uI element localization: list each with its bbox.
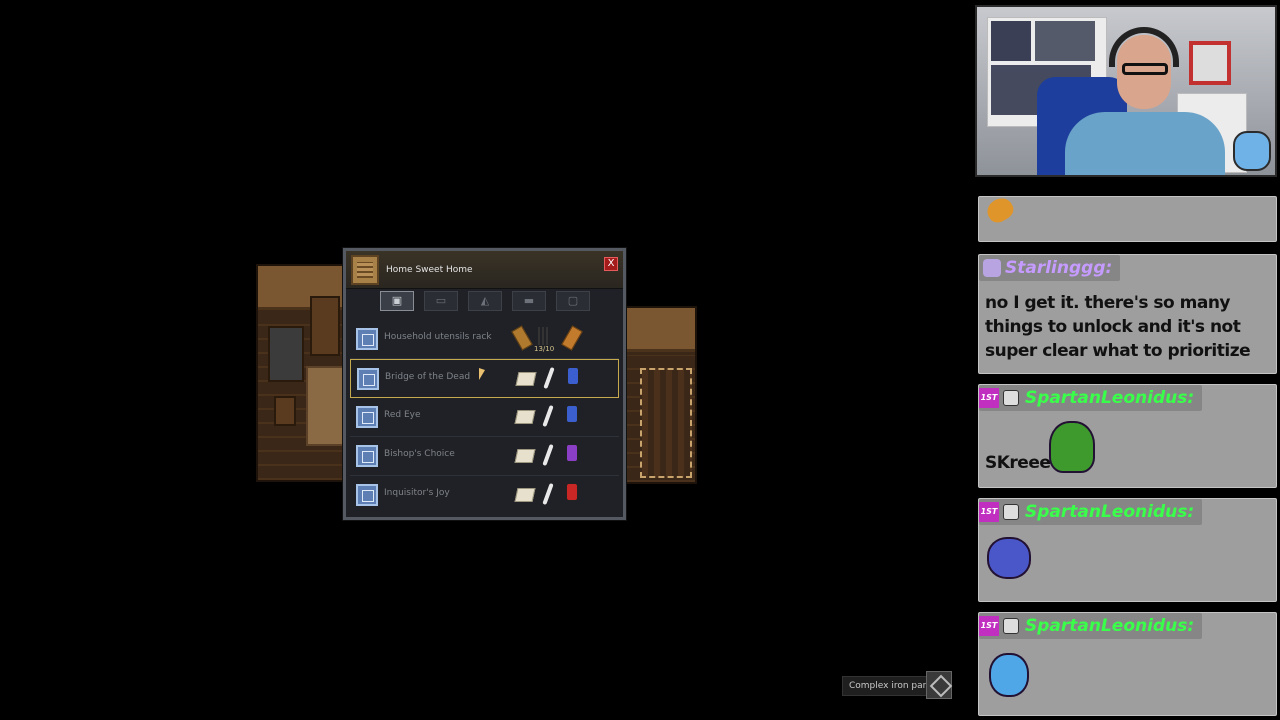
room-left	[256, 264, 348, 482]
mouse-cursor-icon	[479, 368, 485, 380]
lego-box	[1035, 21, 1095, 61]
wood-icon	[511, 325, 533, 351]
chat-message: 1ST SpartanLeonidus: SKreee	[978, 384, 1277, 488]
plank-icon	[561, 325, 583, 351]
paper-icon	[514, 410, 536, 424]
ink-icon	[566, 444, 578, 462]
nails-icon	[538, 327, 550, 345]
paper-icon	[514, 449, 536, 463]
tab-table-icon[interactable]: ▭	[424, 291, 458, 311]
username-text: SpartanLeonidus:	[1025, 502, 1195, 522]
username-text: SpartanLeonidus:	[1025, 388, 1195, 408]
recipe-row[interactable]: Red Eye	[350, 398, 619, 437]
ink-icon	[567, 367, 579, 385]
username-text: SpartanLeonidus:	[1025, 616, 1195, 636]
recipe-row[interactable]: Household utensils rack 13/10	[350, 320, 619, 359]
tab-bed-icon[interactable]: ▬	[512, 291, 546, 311]
chair	[274, 396, 296, 426]
category-tabs: ▣ ▭ ◭ ▬ ▢	[356, 291, 613, 313]
lego-box	[991, 21, 1031, 61]
blueprint-icon	[356, 484, 378, 506]
recipe-row[interactable]: Bishop's Choice	[350, 437, 619, 476]
window-header: Home Sweet Home X	[346, 251, 623, 289]
chat-message: 1ST SpartanLeonidus:	[978, 498, 1277, 602]
chat-message	[978, 193, 1277, 242]
chat-message: 1ST SpartanLeonidus:	[978, 612, 1277, 716]
wall-frame	[1189, 41, 1231, 85]
tab-chest-icon[interactable]: ▢	[556, 291, 590, 311]
close-button[interactable]: X	[604, 257, 618, 271]
recipe-label: Bishop's Choice	[384, 449, 455, 459]
rug	[306, 366, 346, 446]
window-title: Home Sweet Home	[386, 265, 473, 275]
recipe-label: Household utensils rack	[384, 332, 492, 342]
resource-count: 13/10	[534, 345, 555, 353]
glasses	[1122, 63, 1168, 75]
recipe-label: Inquisitor's Joy	[384, 488, 450, 498]
bed	[268, 326, 304, 382]
chat-message: Starlinggg: no I get it. there's so many…	[978, 254, 1277, 374]
chat-username: 1ST SpartanLeonidus:	[979, 499, 1203, 525]
chat-username: 1ST SpartanLeonidus:	[979, 385, 1203, 411]
paper-icon	[515, 372, 537, 386]
recipe-row[interactable]: Inquisitor's Joy	[350, 476, 619, 515]
blueprint-icon	[357, 368, 379, 390]
quill-icon	[542, 482, 554, 506]
bird-emote-icon	[1049, 421, 1095, 473]
ink-icon	[566, 405, 578, 423]
blob-shout-emote-icon	[989, 653, 1029, 697]
tab-workbench-icon[interactable]: ▣	[380, 291, 414, 311]
ink-icon	[566, 483, 578, 501]
user-avatar-icon	[983, 259, 1001, 277]
streamer-body	[1065, 112, 1225, 175]
blueprint-icon	[356, 406, 378, 428]
game-stream-screen: Home Sweet Home X ▣ ▭ ◭ ▬ ▢ Household ut…	[0, 0, 1280, 720]
wardrobe	[310, 296, 340, 356]
guitar-emote-icon	[983, 193, 1017, 227]
recipe-list: Household utensils rack 13/10 Bridge of …	[350, 320, 619, 515]
webcam-feed	[975, 5, 1277, 177]
blueprint-icon	[356, 445, 378, 467]
iron-parts-icon	[926, 671, 952, 699]
username-text: Starlinggg:	[1005, 258, 1113, 278]
room-right	[624, 306, 697, 484]
recipe-label: Red Eye	[384, 410, 421, 420]
quill-icon	[543, 366, 555, 390]
chat-text: no I get it. there's so many things to u…	[985, 293, 1251, 361]
blueprint-icon	[356, 328, 378, 350]
build-placement-grid	[640, 368, 692, 478]
sub-badge-icon: 1ST	[979, 616, 999, 636]
room-wall	[626, 308, 695, 352]
house-icon	[351, 255, 379, 285]
mascot-emote	[1233, 131, 1271, 171]
gift-badge-icon	[1003, 504, 1019, 520]
blob-tongue-emote-icon	[987, 537, 1031, 579]
paper-icon	[514, 488, 536, 502]
quill-icon	[542, 404, 554, 428]
gift-badge-icon	[1003, 390, 1019, 406]
chat-username: 1ST SpartanLeonidus:	[979, 613, 1203, 639]
recipe-row[interactable]: Bridge of the Dead	[350, 359, 619, 398]
build-menu-window: Home Sweet Home X ▣ ▭ ◭ ▬ ▢ Household ut…	[343, 248, 626, 520]
recipe-label: Bridge of the Dead	[385, 372, 471, 382]
chat-username: Starlinggg:	[979, 255, 1121, 281]
headset	[1109, 27, 1179, 67]
quill-icon	[542, 443, 554, 467]
chat-text: SKreee	[985, 453, 1051, 473]
sub-badge-icon: 1ST	[979, 388, 999, 408]
tab-tools-icon[interactable]: ◭	[468, 291, 502, 311]
sub-badge-icon: 1ST	[979, 502, 999, 522]
gift-badge-icon	[1003, 618, 1019, 634]
